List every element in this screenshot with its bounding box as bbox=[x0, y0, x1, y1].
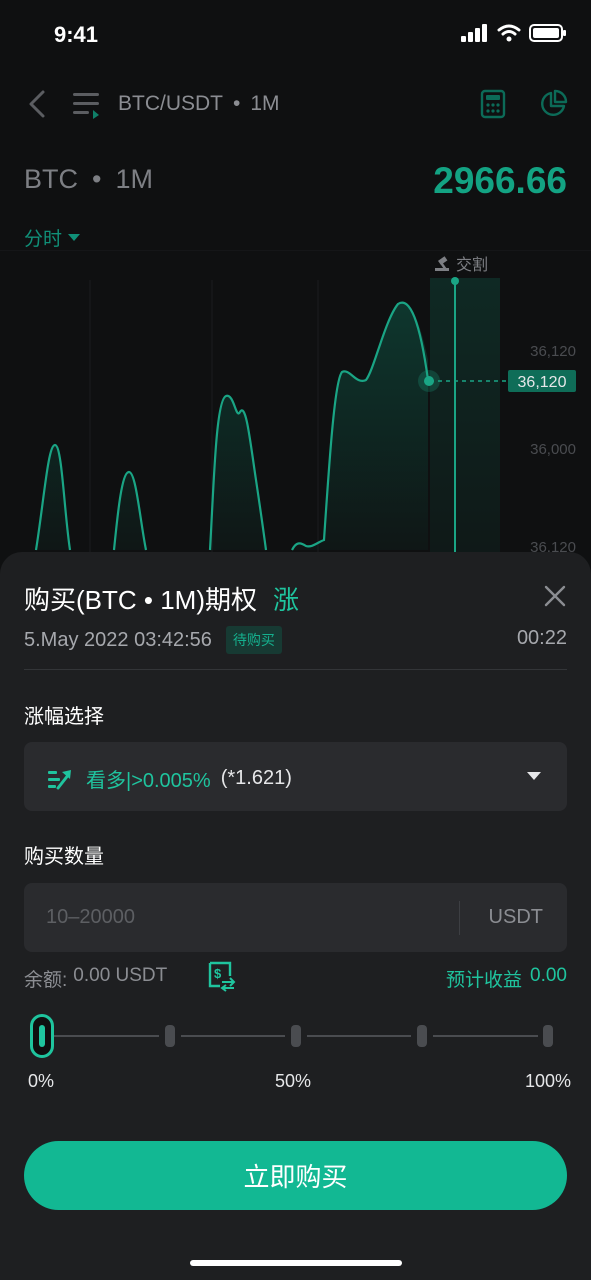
slider-tick-0: 0% bbox=[28, 1071, 55, 1091]
ticker-interval: 1M bbox=[115, 164, 153, 194]
y-tick-2: 36,000 bbox=[530, 441, 576, 458]
wifi-icon bbox=[497, 24, 521, 42]
unit-separator bbox=[459, 901, 460, 935]
ticker-symbol-text: BTC bbox=[24, 164, 78, 194]
amount-field[interactable]: USDT bbox=[24, 883, 567, 952]
exchange-icon[interactable]: $ bbox=[206, 960, 236, 992]
ticker-symbol: BTC • 1M bbox=[24, 164, 153, 195]
current-price-tag-text: 36,120 bbox=[518, 374, 567, 391]
sheet-title-text: 购买(BTC • 1M)期权 bbox=[24, 585, 257, 615]
delivery-label: 交割 bbox=[456, 255, 488, 274]
ticker-price: 2966.66 bbox=[433, 160, 567, 201]
range-option: 看多|>0.005% (*1.621) bbox=[48, 764, 292, 793]
slider-notch[interactable] bbox=[543, 1025, 553, 1047]
signal-icon bbox=[461, 24, 487, 42]
grid bbox=[0, 250, 591, 560]
slider-track bbox=[307, 1035, 411, 1037]
countdown-timer: 00:22 bbox=[516, 627, 567, 649]
nav-title[interactable]: BTC/USDT • 1M bbox=[118, 92, 280, 116]
caret-down-icon bbox=[68, 233, 81, 241]
sheet-title: 购买(BTC • 1M)期权 涨 bbox=[24, 580, 299, 617]
slider-track bbox=[54, 1035, 159, 1037]
ticker-row: BTC • 1M 2966.66 bbox=[24, 160, 567, 201]
delivery-dot bbox=[451, 277, 459, 285]
y-tick-1: 36,120 bbox=[530, 343, 576, 360]
gavel-icon bbox=[435, 256, 449, 271]
delivery-band bbox=[430, 278, 500, 560]
menu-icon[interactable] bbox=[72, 89, 102, 119]
slider-thumb[interactable] bbox=[30, 1014, 54, 1058]
range-select[interactable]: 看多|>0.005% (*1.621) bbox=[24, 742, 567, 811]
timeframe-label: 分时 bbox=[24, 229, 63, 250]
svg-text:$: $ bbox=[214, 966, 222, 981]
datetime-text: 5.May 2022 03:42:56 bbox=[24, 628, 212, 651]
slider-ticks: 0% 50% 100% bbox=[24, 1071, 571, 1095]
status-time: 9:41 bbox=[54, 22, 99, 47]
ticker-separator: • bbox=[92, 164, 102, 194]
range-option-text: 看多|>0.005% bbox=[86, 770, 211, 792]
divider bbox=[24, 669, 567, 670]
status-badge: 待购买 bbox=[225, 626, 282, 654]
balance-row: 余额: 0.00 USDT $ 预计收益 0.00 bbox=[24, 960, 567, 994]
current-price-dot bbox=[424, 376, 434, 386]
trend-up-icon bbox=[48, 769, 71, 789]
price-chart[interactable]: 36,120 36,120 36,000 36,120 交割 bbox=[0, 250, 591, 560]
status-bar: 9:41 bbox=[0, 0, 591, 70]
profit-value: 0.00 bbox=[530, 965, 567, 986]
buy-now-button[interactable]: 立即购买 bbox=[24, 1141, 567, 1210]
slider-notch[interactable] bbox=[165, 1025, 175, 1047]
slider-notch[interactable] bbox=[291, 1025, 301, 1047]
direction-label: 涨 bbox=[273, 585, 300, 615]
battery-icon bbox=[529, 24, 566, 42]
profit-label: 预计收益 bbox=[446, 970, 523, 991]
order-datetime: 5.May 2022 03:42:56 待购买 bbox=[24, 626, 282, 654]
back-icon[interactable] bbox=[26, 88, 48, 120]
calculator-icon[interactable] bbox=[480, 89, 506, 119]
pie-chart-icon[interactable] bbox=[538, 89, 568, 119]
pair-label: BTC/USDT bbox=[118, 92, 223, 115]
amount-unit: USDT bbox=[488, 906, 543, 928]
status-icons bbox=[461, 24, 567, 42]
top-nav: BTC/USDT • 1M bbox=[0, 80, 591, 128]
amount-slider[interactable] bbox=[24, 1010, 567, 1060]
purchase-sheet: 购买(BTC • 1M)期权 涨 5.May 2022 03:42:56 待购买… bbox=[0, 552, 591, 1280]
interval-label: 1M bbox=[250, 92, 280, 115]
slider-notch[interactable] bbox=[417, 1025, 427, 1047]
dropdown-caret-icon bbox=[527, 772, 541, 780]
expected-profit: 预计收益 0.00 bbox=[446, 965, 567, 992]
slider-track bbox=[433, 1035, 538, 1037]
range-label: 涨幅选择 bbox=[24, 706, 104, 728]
price-area bbox=[36, 302, 428, 550]
slider-track bbox=[181, 1035, 285, 1037]
timeframe-selector[interactable]: 分时 bbox=[24, 224, 81, 251]
balance: 余额: 0.00 USDT bbox=[24, 965, 167, 992]
balance-value: 0.00 USDT bbox=[73, 965, 168, 986]
slider-tick-100: 100% bbox=[524, 1071, 571, 1091]
balance-label: 余额: bbox=[24, 970, 68, 991]
amount-label: 购买数量 bbox=[24, 846, 104, 868]
slider-tick-50: 50% bbox=[275, 1071, 312, 1091]
close-icon[interactable] bbox=[543, 584, 567, 608]
home-indicator bbox=[190, 1260, 402, 1266]
range-option-multiplier: (*1.621) bbox=[220, 767, 292, 789]
amount-input[interactable] bbox=[24, 883, 459, 952]
pair-separator: • bbox=[233, 92, 241, 115]
